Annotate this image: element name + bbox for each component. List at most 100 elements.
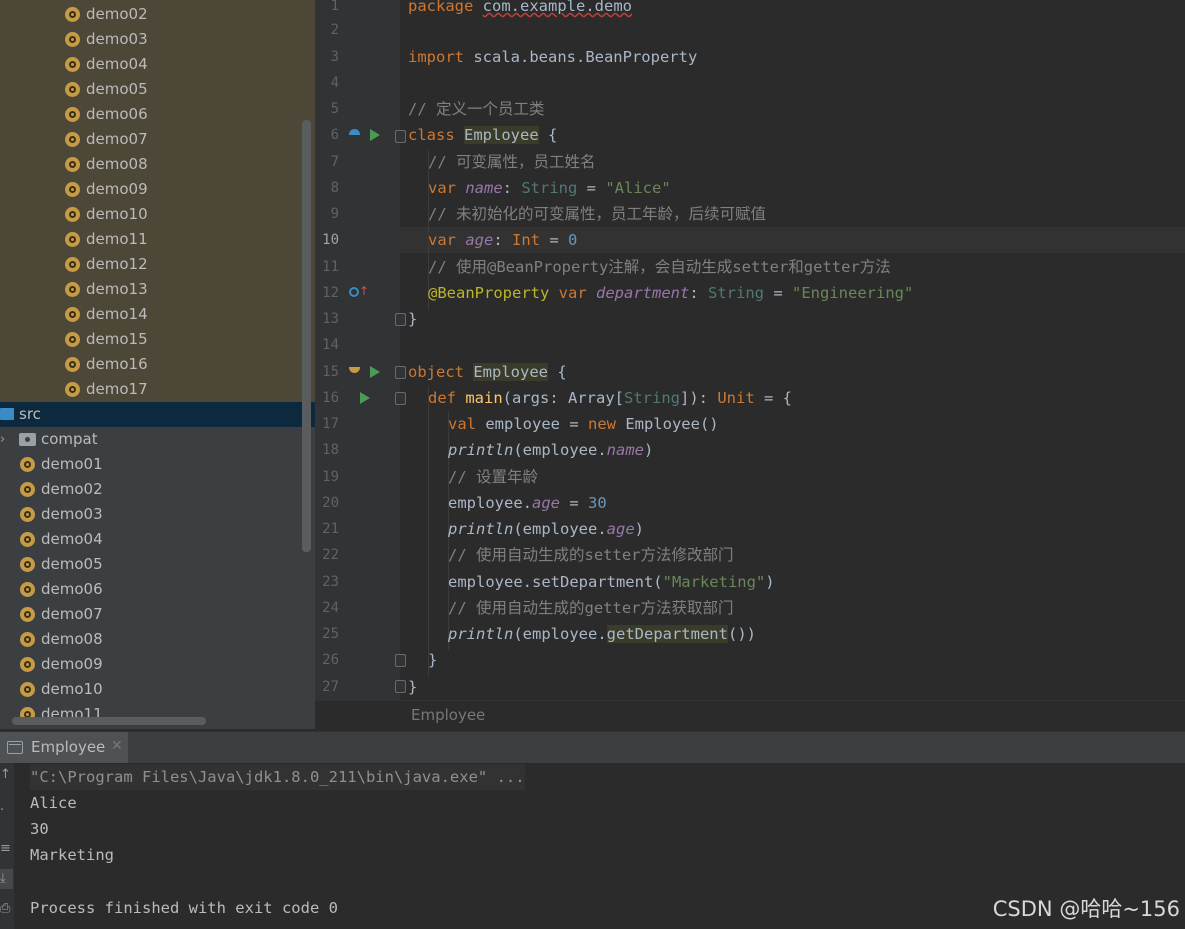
tree-horizontal-scrollbar[interactable] [12,717,206,725]
scala-object-icon [65,357,80,372]
tree-vertical-scrollbar[interactable] [302,120,311,552]
package-folder-icon [19,433,36,446]
tree-item[interactable]: demo08 [0,627,315,652]
code-line: println(employee.age) [448,520,644,538]
line-number: 7 [330,154,339,170]
stop-icon[interactable]: · [0,801,13,821]
code-comment: // 定义一个员工类 [408,100,545,118]
line-number: 26 [322,652,339,668]
code-line: } [408,310,418,328]
tree-item[interactable]: demo02 [0,2,315,27]
tree-item-src[interactable]: src [0,402,315,427]
code-line: println(employee.getDepartment()) [448,625,756,643]
rerun-icon[interactable]: ↑ [0,765,13,785]
line-number: 3 [330,49,339,65]
scala-object-icon [65,157,80,172]
scala-object-icon [20,557,35,572]
line-number: 2 [330,22,339,38]
fold-marker[interactable] [395,366,406,379]
code-comment: // 使用@BeanProperty注解，会自动生成setter和getter方… [428,258,891,276]
code-line: println(employee.name) [448,441,654,459]
scala-object-icon [65,182,80,197]
project-tree: demo02 demo03 demo04 demo05 demo06 demo0… [0,0,315,729]
tree-item[interactable]: demo08 [0,152,315,177]
code-line: object Employee { [408,363,567,381]
run-gutter-icon[interactable] [370,129,380,141]
tree-item[interactable]: demo07 [0,127,315,152]
fold-marker[interactable] [395,130,406,143]
line-number: 20 [322,495,339,511]
line-number: 22 [322,547,339,563]
run-panel-header: Employee ✕ [0,731,1185,764]
line-number: 18 [322,442,339,458]
run-gutter-icon[interactable] [370,366,380,378]
close-icon[interactable]: ✕ [111,738,123,754]
line-number: 15 [322,364,339,380]
line-number: 24 [322,600,339,616]
tree-item[interactable]: demo03 [0,502,315,527]
tree-item[interactable]: demo06 [0,102,315,127]
tree-item[interactable]: demo11 [0,227,315,252]
implemented-icon[interactable] [349,129,360,135]
tree-item[interactable]: demo07 [0,602,315,627]
run-tab[interactable]: Employee ✕ [0,732,128,764]
tree-item[interactable]: demo01 [0,452,315,477]
tree-item[interactable]: demo16 [0,352,315,377]
print-icon[interactable]: ⎙ [0,899,13,919]
line-number: 21 [322,521,339,537]
field-marker-icon[interactable] [349,287,359,297]
code-line: class Employee { [408,126,558,144]
scala-object-icon [20,657,35,672]
tree-item[interactable]: demo05 [0,552,315,577]
console-toolbar: ↑ · ≡ ⤓ ⎙ [0,763,14,929]
tree-item[interactable]: demo17 [0,377,315,402]
tree-item[interactable]: demo10 [0,202,315,227]
run-main-icon[interactable] [360,392,370,404]
fold-marker[interactable] [395,654,406,667]
tree-item[interactable]: demo04 [0,527,315,552]
scroll-to-end-icon[interactable]: ⤓ [0,869,13,889]
tree-item[interactable]: demo04 [0,52,315,77]
tree-item[interactable]: demo06 [0,577,315,602]
soft-wrap-icon[interactable]: ≡ [0,839,13,859]
tree-item[interactable]: demo14 [0,302,315,327]
line-number: 17 [322,416,339,432]
tree-item[interactable]: demo10 [0,677,315,702]
scala-object-icon [65,57,80,72]
tree-item[interactable]: demo13 [0,277,315,302]
code-comment: // 使用自动生成的setter方法修改部门 [448,546,734,564]
code-line: def main(args: Array[String]): Unit = { [428,389,792,407]
arrow-up-icon: ↑ [359,284,370,298]
tree-item[interactable]: demo02 [0,477,315,502]
scala-object-icon [20,632,35,647]
tree-item[interactable]: demo09 [0,177,315,202]
watermark: CSDN @哈哈~156 [992,897,1180,921]
indent-guide [428,386,429,676]
breadcrumb-item[interactable]: Employee [411,706,485,724]
console-command: "C:\Program Files\Java\jdk1.8.0_211\bin\… [30,764,525,790]
scala-object-icon [65,132,80,147]
tree-item[interactable]: demo15 [0,327,315,352]
code-line: } [428,651,438,669]
tree-item[interactable]: demo12 [0,252,315,277]
scala-object-icon [20,532,35,547]
tree-item[interactable]: demo09 [0,652,315,677]
code-comment: // 可变属性，员工姓名 [428,153,596,171]
line-number: 16 [322,390,339,406]
console-output-line: Marketing [30,846,114,864]
line-number: 9 [330,206,339,222]
tree-item[interactable]: demo05 [0,77,315,102]
tree-item-compat[interactable]: › compat [0,427,315,452]
fold-marker[interactable] [395,680,406,693]
line-number: 11 [322,259,339,275]
folder-icon [0,408,14,420]
scala-object-icon [65,282,80,297]
fold-marker[interactable] [395,313,406,326]
line-number: 19 [322,469,339,485]
tree-item[interactable]: demo03 [0,27,315,52]
breadcrumb: Employee [315,700,1185,730]
line-number: 8 [330,180,339,196]
chevron-right-icon[interactable]: › [0,427,5,452]
fold-marker[interactable] [395,392,406,405]
code-editor[interactable]: 1 2 3 4 5 6 7 8 9 10 11 12 13 14 15 16 1… [315,0,1185,700]
